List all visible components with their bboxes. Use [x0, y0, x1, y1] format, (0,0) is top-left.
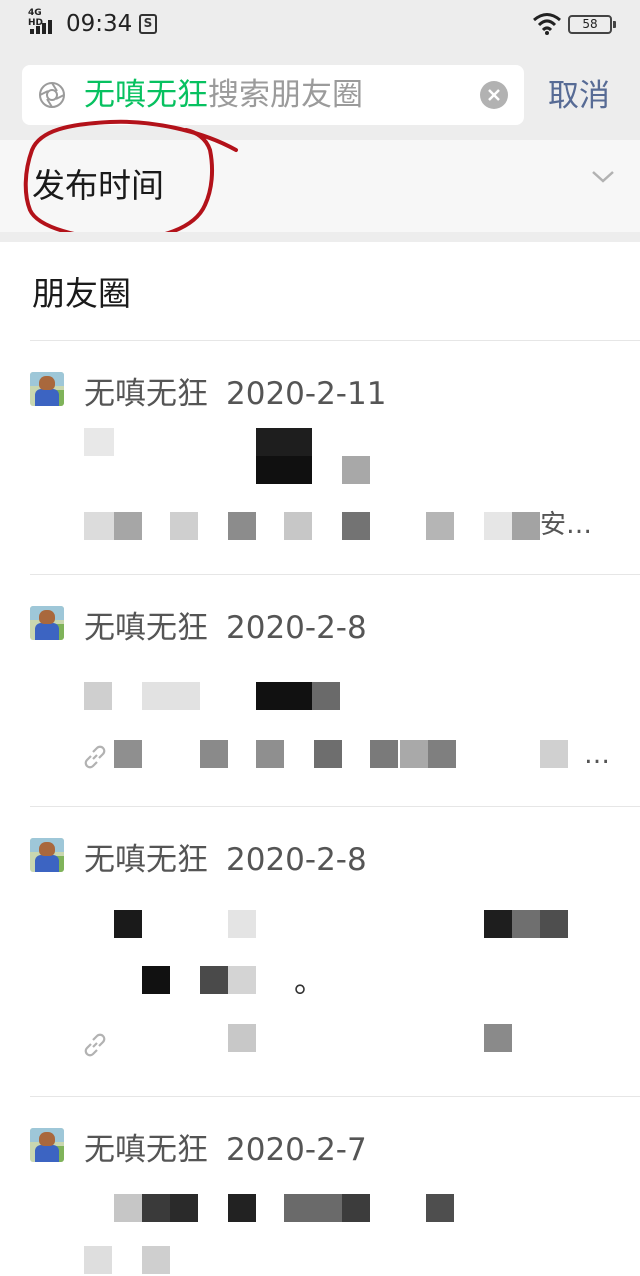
result-date: 2020-2-8	[226, 842, 367, 878]
section-title: 朋友圈	[32, 274, 131, 313]
result-meta: 无嗔无狂 2020-2-7	[84, 1130, 367, 1170]
filter-label: 发布时间	[32, 166, 164, 205]
result-author: 无嗔无狂	[84, 1132, 208, 1168]
wifi-icon	[533, 13, 561, 35]
clock: 09:34	[66, 11, 133, 37]
result-author: 无嗔无狂	[84, 610, 208, 646]
clear-icon[interactable]	[480, 81, 508, 109]
search-input[interactable]: 无嗔无狂搜索朋友圈	[22, 65, 524, 125]
search-placeholder: 搜索朋友圈	[208, 77, 363, 113]
search-header: 无嗔无狂搜索朋友圈	[0, 50, 640, 140]
camera-lens-icon	[39, 82, 65, 108]
search-query: 无嗔无狂搜索朋友圈	[84, 75, 363, 115]
divider	[30, 806, 640, 807]
result-author: 无嗔无狂	[84, 376, 208, 412]
app-notification-icon: S	[139, 14, 157, 34]
signal-bars-icon	[30, 20, 52, 34]
result-date: 2020-2-11	[226, 376, 387, 412]
result-meta: 无嗔无狂 2020-2-8	[84, 840, 367, 880]
avatar	[30, 838, 64, 872]
result-meta: 无嗔无狂 2020-2-11	[84, 374, 386, 414]
cancel-button[interactable]: 取消	[548, 76, 610, 116]
snippet-ellipsis: 安…	[540, 510, 593, 540]
snippet-fragment: 。	[294, 964, 325, 1000]
link-icon	[84, 1033, 106, 1057]
result-author: 无嗔无狂	[84, 842, 208, 878]
avatar	[30, 606, 64, 640]
result-meta: 无嗔无狂 2020-2-8	[84, 608, 367, 648]
search-keyword: 无嗔无狂	[84, 77, 208, 113]
battery-indicator: 58	[568, 15, 616, 34]
divider	[30, 340, 640, 341]
cell-signal-icon: 4G HD	[28, 8, 58, 36]
chevron-down-icon[interactable]	[590, 168, 616, 186]
avatar	[30, 372, 64, 406]
divider	[30, 1096, 640, 1097]
snippet-ellipsis: …	[584, 740, 610, 770]
section-divider	[0, 232, 640, 242]
status-bar: 4G HD 09:34 S 58	[0, 0, 640, 50]
avatar	[30, 1128, 64, 1162]
result-date: 2020-2-8	[226, 610, 367, 646]
result-date: 2020-2-7	[226, 1132, 367, 1168]
link-icon	[84, 745, 106, 769]
publish-time-filter[interactable]: 发布时间	[0, 140, 640, 232]
divider	[30, 574, 640, 575]
